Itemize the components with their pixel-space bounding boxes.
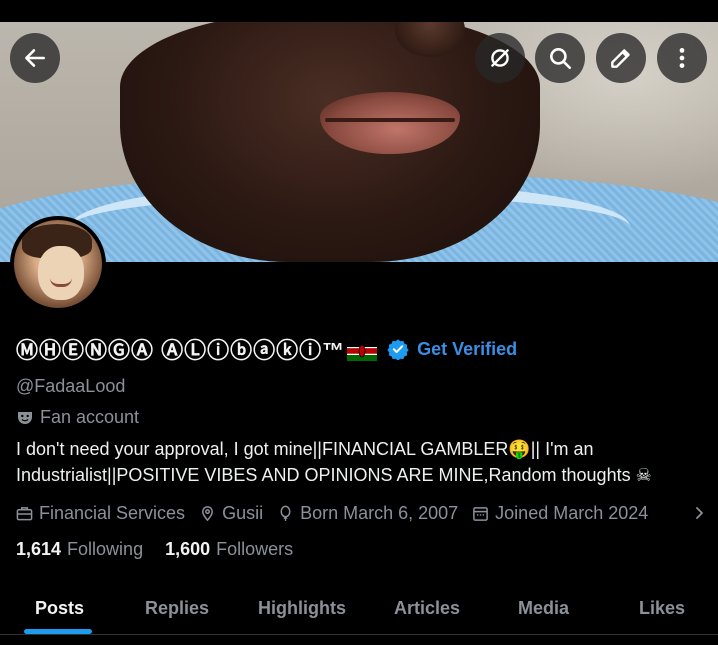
- tab-highlights[interactable]: Highlights: [258, 598, 346, 619]
- verified-badge-icon[interactable]: [387, 338, 409, 360]
- location-label: Gusii: [222, 502, 264, 523]
- more-options-button[interactable]: [657, 33, 707, 83]
- avatar-face: [38, 246, 84, 300]
- follow-stats: 1,614 Following 1,600 Followers: [16, 539, 315, 560]
- balloon-icon: [280, 505, 291, 521]
- profession-label[interactable]: Financial Services: [39, 503, 185, 524]
- edit-icon: [611, 49, 630, 68]
- tab-articles[interactable]: Articles: [394, 598, 460, 619]
- banner-lip-line: [325, 118, 455, 122]
- edit-button[interactable]: [596, 33, 646, 83]
- search-button[interactable]: [535, 33, 585, 83]
- arrow-left-icon: [25, 49, 45, 67]
- profile-bio: I don't need your approval, I got mine||…: [16, 439, 652, 485]
- born-label: Born March 6, 2007: [300, 502, 459, 523]
- tab-replies[interactable]: Replies: [145, 598, 209, 619]
- joined-item: Joined March 2024: [472, 503, 648, 524]
- name-row: ⓂⒽⒺⓃⒼⒶ ⒶⓁⓘⓑⓐⓚⓘ™ Get Verified: [16, 334, 517, 364]
- more-vertical-icon: [679, 48, 685, 68]
- back-button[interactable]: [10, 33, 60, 83]
- get-verified-link[interactable]: Get Verified: [417, 339, 517, 360]
- tab-likes[interactable]: Likes: [639, 598, 685, 619]
- display-name: ⓂⒽⒺⓃⒼⒶ ⒶⓁⓘⓑⓐⓚⓘ™: [16, 338, 346, 363]
- user-handle: @FadaaLood: [16, 376, 126, 396]
- profession-item: Financial Services: [16, 503, 185, 524]
- status-bar: [0, 0, 718, 22]
- kenya-flag: [347, 341, 378, 361]
- followers-label[interactable]: Followers: [216, 539, 293, 560]
- calendar-icon: [473, 506, 489, 521]
- tab-posts[interactable]: Posts: [35, 598, 84, 619]
- location-pin-icon: [202, 505, 214, 521]
- briefcase-icon: [16, 506, 33, 520]
- profile-meta: Financial Services Gusii Born March 6, 2…: [16, 500, 706, 526]
- joined-label: Joined March 2024: [495, 502, 649, 523]
- profile-tabs: Posts Replies Highlights Articles Media …: [0, 590, 718, 635]
- search-icon: [550, 48, 572, 70]
- location-item: Gusii: [199, 503, 263, 524]
- following-label[interactable]: Following: [67, 539, 143, 560]
- profile-category: Fan account: [16, 407, 139, 428]
- tabs-divider: [0, 634, 718, 635]
- category-label: Fan account: [40, 407, 140, 427]
- avatar[interactable]: [10, 216, 106, 312]
- chevron-right-icon[interactable]: [692, 506, 706, 520]
- theater-mask-icon: [18, 411, 32, 424]
- followers-count[interactable]: 1,600: [165, 539, 210, 560]
- unfollow-circle-icon: [491, 49, 509, 67]
- tab-media[interactable]: Media: [518, 598, 569, 619]
- following-count[interactable]: 1,614: [16, 539, 61, 560]
- unfollow-button[interactable]: [475, 33, 525, 83]
- born-item: Born March 6, 2007: [277, 503, 458, 524]
